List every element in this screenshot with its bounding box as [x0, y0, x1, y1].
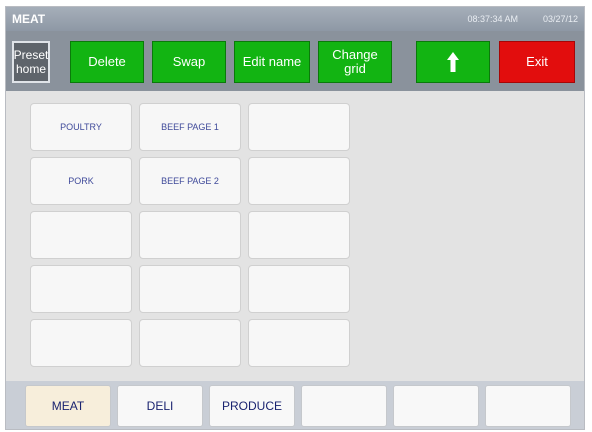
- clock-time: 08:37:34 AM: [467, 14, 518, 24]
- window-title: MEAT: [12, 12, 46, 26]
- department-tab[interactable]: [485, 385, 571, 427]
- toolbar: Preset home Delete Swap Edit name Change…: [6, 31, 584, 91]
- department-tab[interactable]: [301, 385, 387, 427]
- up-button[interactable]: [416, 41, 490, 83]
- edit-name-button[interactable]: Edit name: [234, 41, 310, 83]
- title-bar: MEAT 08:37:34 AM 03/27/12: [6, 7, 584, 31]
- up-arrow-icon: [447, 52, 459, 72]
- grid-tile[interactable]: BEEF PAGE 1: [139, 103, 241, 151]
- grid-tile[interactable]: BEEF PAGE 2: [139, 157, 241, 205]
- page-grid: POULTRY BEEF PAGE 1 PORK BEEF PAGE 2: [6, 91, 584, 381]
- department-tab[interactable]: PRODUCE: [209, 385, 295, 427]
- grid-tile[interactable]: POULTRY: [30, 103, 132, 151]
- grid-tile[interactable]: [248, 265, 350, 313]
- grid-tile[interactable]: [248, 103, 350, 151]
- exit-button[interactable]: Exit: [499, 41, 575, 83]
- preset-home-button[interactable]: Preset home: [12, 41, 50, 83]
- grid-tile[interactable]: PORK: [30, 157, 132, 205]
- change-grid-button[interactable]: Change grid: [318, 41, 392, 83]
- department-tab[interactable]: DELI: [117, 385, 203, 427]
- grid-tile[interactable]: [30, 319, 132, 367]
- grid-tile[interactable]: [30, 211, 132, 259]
- grid-tile[interactable]: [30, 265, 132, 313]
- grid-tile[interactable]: [139, 319, 241, 367]
- app-window: MEAT 08:37:34 AM 03/27/12 Preset home De…: [5, 6, 585, 430]
- change-grid-label: Change grid: [332, 47, 378, 76]
- swap-button[interactable]: Swap: [152, 41, 226, 83]
- delete-button[interactable]: Delete: [70, 41, 144, 83]
- department-tab[interactable]: [393, 385, 479, 427]
- grid-tile[interactable]: [248, 211, 350, 259]
- department-tab[interactable]: MEAT: [25, 385, 111, 427]
- preset-home-label: Preset home: [13, 48, 49, 76]
- grid-tile[interactable]: [139, 211, 241, 259]
- department-tabs: MEAT DELI PRODUCE: [6, 381, 584, 429]
- grid-tile[interactable]: [248, 157, 350, 205]
- clock-date: 03/27/12: [542, 14, 578, 24]
- grid-tile[interactable]: [248, 319, 350, 367]
- grid-tile[interactable]: [139, 265, 241, 313]
